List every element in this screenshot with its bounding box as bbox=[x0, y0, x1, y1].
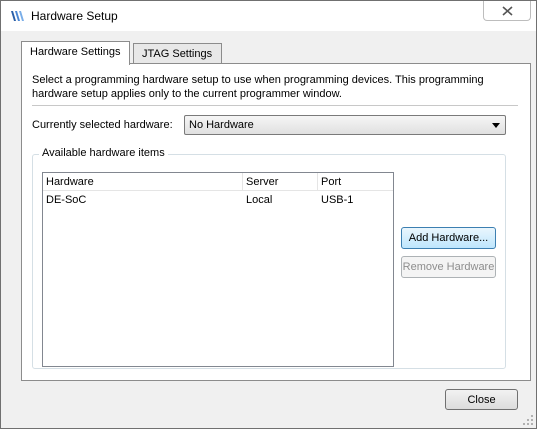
title-bar: Hardware Setup bbox=[1, 1, 536, 31]
add-hardware-button[interactable]: Add Hardware... bbox=[401, 227, 496, 249]
resize-grip-icon[interactable] bbox=[523, 415, 533, 425]
available-hardware-title: Available hardware items bbox=[39, 147, 168, 159]
currently-selected-hardware-label: Currently selected hardware: bbox=[32, 119, 173, 131]
chevron-down-icon bbox=[491, 119, 501, 131]
list-header: Hardware Server Port bbox=[43, 173, 393, 191]
available-hardware-group: Available hardware items Hardware Server… bbox=[32, 147, 506, 369]
hardware-setup-app-icon bbox=[9, 8, 25, 24]
remove-hardware-button[interactable]: Remove Hardware bbox=[401, 256, 496, 278]
cell-port: USB-1 bbox=[321, 194, 354, 206]
window-title: Hardware Setup bbox=[31, 9, 118, 23]
window-close-button[interactable] bbox=[483, 1, 531, 21]
table-row[interactable]: DE-SoC Local USB-1 bbox=[43, 192, 393, 208]
hardware-settings-panel: Select a programming hardware setup to u… bbox=[21, 63, 531, 381]
separator bbox=[32, 105, 518, 106]
close-button[interactable]: Close bbox=[445, 389, 518, 410]
close-icon bbox=[501, 5, 513, 16]
column-header-hardware[interactable]: Hardware bbox=[43, 173, 243, 191]
column-header-port[interactable]: Port bbox=[318, 173, 393, 191]
selected-hardware-value: No Hardware bbox=[189, 119, 254, 131]
cell-hardware: DE-SoC bbox=[46, 194, 87, 206]
cell-server: Local bbox=[246, 194, 273, 206]
description-text: Select a programming hardware setup to u… bbox=[32, 74, 484, 100]
hardware-list[interactable]: Hardware Server Port DE-SoC Local USB-1 bbox=[42, 172, 394, 367]
hardware-setup-window: Hardware Setup Hardware Settings JTAG Se… bbox=[0, 0, 537, 429]
column-header-server[interactable]: Server bbox=[243, 173, 318, 191]
currently-selected-hardware-dropdown[interactable]: No Hardware bbox=[184, 115, 506, 135]
tab-hardware-settings[interactable]: Hardware Settings bbox=[21, 41, 130, 65]
tab-jtag-settings[interactable]: JTAG Settings bbox=[133, 43, 222, 63]
